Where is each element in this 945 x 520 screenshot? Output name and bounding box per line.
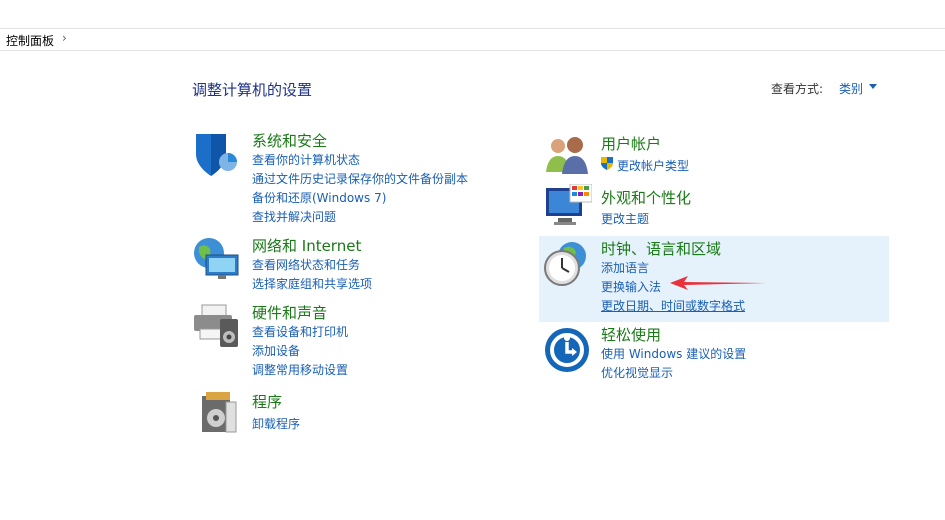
link-optimize-visual-display[interactable]: 优化视觉显示 (601, 364, 673, 381)
link-change-date-time-format[interactable]: 更改日期、时间或数字格式 (601, 297, 745, 314)
window-top-bar (0, 0, 945, 29)
category-heading-user-accounts[interactable]: 用户帐户 (601, 133, 661, 154)
link-windows-recommended-settings[interactable]: 使用 Windows 建议的设置 (601, 345, 746, 362)
category-heading-system-security[interactable]: 系统和安全 (252, 130, 327, 151)
category-heading-appearance[interactable]: 外观和个性化 (601, 187, 691, 208)
breadcrumb-control-panel[interactable]: 控制面板 (6, 32, 54, 49)
uac-shield-icon (601, 157, 613, 170)
link-troubleshoot[interactable]: 查找并解决问题 (252, 208, 336, 225)
monitor-palette-icon (546, 184, 592, 225)
view-by-label: 查看方式: (771, 82, 824, 96)
ease-of-access-icon (545, 328, 589, 372)
page-title: 调整计算机的设置 (192, 81, 313, 99)
address-bar[interactable]: 控制面板 › (0, 29, 945, 51)
category-heading-programs[interactable]: 程序 (252, 391, 282, 412)
programs-icon (202, 392, 237, 433)
link-devices-printers[interactable]: 查看设备和打印机 (252, 323, 348, 340)
link-network-status[interactable]: 查看网络状态和任务 (252, 256, 360, 273)
link-change-account-type[interactable]: 更改帐户类型 (617, 157, 689, 174)
printer-icon (194, 304, 238, 347)
link-backup-restore[interactable]: 备份和还原(Windows 7) (252, 189, 386, 206)
category-heading-ease-of-access[interactable]: 轻松使用 (601, 324, 661, 345)
link-change-theme[interactable]: 更改主题 (601, 210, 649, 227)
clock-globe-icon (544, 242, 586, 286)
annotation-arrow-icon (670, 276, 766, 290)
breadcrumb-chevron-icon[interactable]: › (62, 31, 67, 45)
link-add-language[interactable]: 添加语言 (601, 259, 649, 276)
dropdown-arrow-icon[interactable] (869, 84, 877, 89)
link-change-input-method[interactable]: 更换输入法 (601, 278, 661, 295)
network-globe-icon (194, 238, 239, 279)
users-icon (546, 137, 588, 174)
category-heading-network[interactable]: 网络和 Internet (252, 235, 361, 256)
link-file-history[interactable]: 通过文件历史记录保存你的文件备份副本 (252, 170, 468, 187)
link-uninstall-program[interactable]: 卸载程序 (252, 415, 300, 432)
link-homegroup[interactable]: 选择家庭组和共享选项 (252, 275, 372, 292)
shield-icon (196, 134, 237, 176)
category-heading-clock-language[interactable]: 时钟、语言和区域 (601, 238, 721, 259)
link-add-device[interactable]: 添加设备 (252, 342, 300, 359)
link-mobility-settings[interactable]: 调整常用移动设置 (252, 361, 348, 378)
view-by-dropdown[interactable]: 类别 (839, 80, 863, 97)
category-heading-hardware[interactable]: 硬件和声音 (252, 302, 327, 323)
link-view-computer-status[interactable]: 查看你的计算机状态 (252, 151, 360, 168)
